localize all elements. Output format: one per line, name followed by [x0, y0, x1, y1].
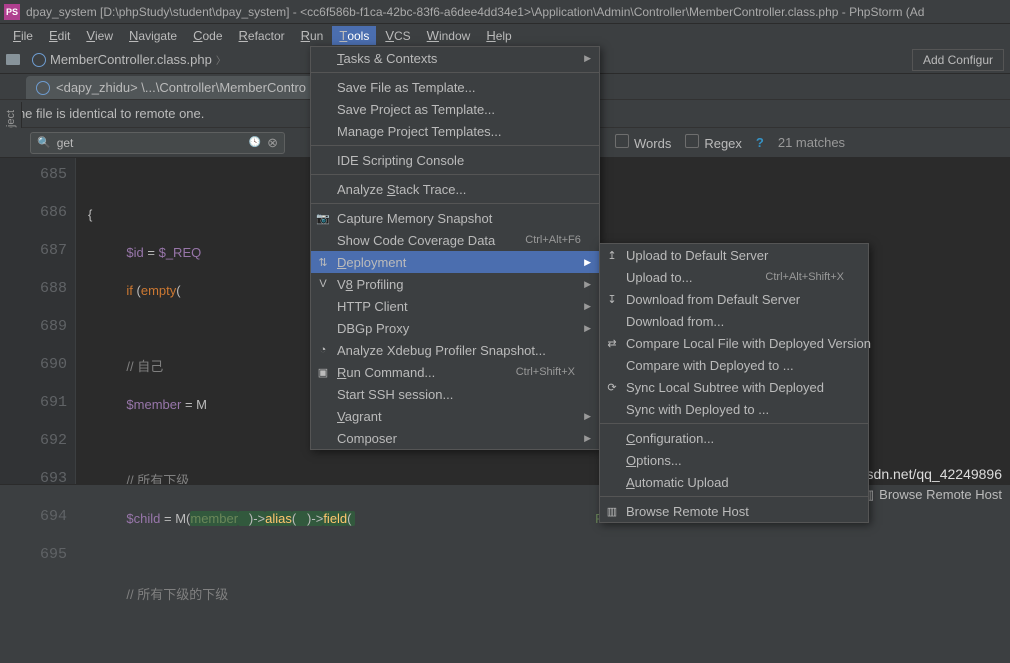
menu-help[interactable]: Help	[479, 26, 518, 45]
menu-item[interactable]: DBGp Proxy▶	[311, 317, 599, 339]
menu-item[interactable]: Start SSH session...	[311, 383, 599, 405]
menu-item: ↧Download from Default Server	[600, 288, 868, 310]
tab-file[interactable]: <dapy_zhidu> \...\Controller\MemberContr…	[26, 76, 316, 99]
line-number: 691	[40, 394, 67, 411]
menu-item[interactable]: Manage Project Templates...	[311, 120, 599, 142]
help-icon[interactable]: ?	[756, 135, 764, 150]
menu-item[interactable]: Options...	[600, 449, 868, 471]
menu-item[interactable]: ⇅Deployment▶	[311, 251, 599, 273]
line-number: 686	[40, 204, 67, 221]
add-configuration-button[interactable]: Add Configur	[912, 49, 1004, 71]
menu-code[interactable]: Code	[186, 26, 229, 45]
deployment-submenu: ↥Upload to Default ServerUpload to...Ctr…	[599, 243, 869, 523]
menu-item: ⟳Sync Local Subtree with Deployed	[600, 376, 868, 398]
line-number: 692	[40, 432, 67, 449]
search-input[interactable]: 🔍 get 🕓 ⊗	[30, 132, 285, 154]
menu-bar: FileEditViewNavigateCodeRefactorRunTools…	[0, 24, 1010, 46]
menu-item[interactable]: Show Code Coverage DataCtrl+Alt+F6	[311, 229, 599, 251]
menu-file[interactable]: File	[6, 26, 40, 45]
info-text: The file is identical to remote one.	[10, 106, 204, 121]
menu-item[interactable]: Sync with Deployed to ...	[600, 398, 868, 420]
menu-item[interactable]: ▣Run Command...Ctrl+Shift+X	[311, 361, 599, 383]
breadcrumb-file: MemberController.class.php	[50, 52, 212, 67]
match-count: 21 matches	[778, 135, 845, 150]
history-icon[interactable]: 🕓	[249, 137, 261, 148]
gutter: 685686687688689690691692693694695	[0, 158, 76, 484]
search-icon: 🔍	[37, 136, 51, 149]
menu-item: ↥Upload to Default Server	[600, 244, 868, 266]
app-icon: PS	[4, 4, 20, 20]
menu-item[interactable]: Automatic Upload	[600, 471, 868, 493]
menu-item[interactable]: Upload to...Ctrl+Alt+Shift+X	[600, 266, 868, 288]
menu-item[interactable]: Tasks & Contexts▶	[311, 47, 599, 69]
menu-window[interactable]: Window	[420, 26, 478, 45]
window-title: dpay_system [D:\phpStudy\student\dpay_sy…	[26, 5, 924, 19]
menu-item[interactable]: Analyze Stack Trace...	[311, 178, 599, 200]
folder-icon	[6, 54, 20, 65]
menu-item[interactable]: Composer▶	[311, 427, 599, 449]
menu-item[interactable]: 📷Capture Memory Snapshot	[311, 207, 599, 229]
menu-edit[interactable]: Edit	[42, 26, 77, 45]
menu-navigate[interactable]: Navigate	[122, 26, 184, 45]
regex-checkbox[interactable]: Regex	[685, 134, 742, 151]
chevron-right-icon: 〉	[216, 52, 226, 67]
menu-tools[interactable]: Tools	[332, 26, 376, 45]
menu-item[interactable]: Compare with Deployed to ...	[600, 354, 868, 376]
line-number: 695	[40, 546, 67, 563]
menu-item: ⇄Compare Local File with Deployed Versio…	[600, 332, 868, 354]
clear-icon[interactable]: ⊗	[267, 135, 278, 151]
tools-menu: Tasks & Contexts▶ Save File as Template..…	[310, 46, 600, 450]
menu-item[interactable]: ◔Analyze Xdebug Profiler Snapshot...	[311, 339, 599, 361]
line-number: 694	[40, 508, 67, 525]
line-number: 690	[40, 356, 67, 373]
tab-label: <dapy_zhidu> \...\Controller\MemberContr…	[56, 80, 306, 95]
menu-run[interactable]: Run	[294, 26, 331, 45]
php-file-icon	[36, 81, 50, 95]
words-checkbox[interactable]: Words	[615, 134, 671, 151]
menu-item[interactable]: Configuration...	[600, 427, 868, 449]
menu-view[interactable]: View	[79, 26, 120, 45]
line-number: 689	[40, 318, 67, 335]
php-file-icon	[32, 53, 46, 67]
status-browse-remote[interactable]: ▥ Browse Remote Host	[862, 487, 1002, 503]
menu-item[interactable]: Download from...	[600, 310, 868, 332]
menu-item[interactable]: VV8 Profiling▶	[311, 273, 599, 295]
menu-item[interactable]: Save File as Template...	[311, 76, 599, 98]
breadcrumb[interactable]: MemberController.class.php 〉	[26, 50, 232, 69]
menu-item[interactable]: IDE Scripting Console	[311, 149, 599, 171]
menu-item[interactable]: Save Project as Template...	[311, 98, 599, 120]
menu-item[interactable]: Vagrant▶	[311, 405, 599, 427]
menu-vcs[interactable]: VCS	[378, 26, 417, 45]
title-bar: PS dpay_system [D:\phpStudy\student\dpay…	[0, 0, 1010, 24]
search-value: get	[57, 136, 243, 150]
menu-item[interactable]: ▥Browse Remote Host	[600, 500, 868, 522]
menu-refactor[interactable]: Refactor	[232, 26, 292, 45]
menu-item[interactable]: HTTP Client▶	[311, 295, 599, 317]
line-number: 688	[40, 280, 67, 297]
line-number: 685	[40, 166, 67, 183]
line-number: 687	[40, 242, 67, 259]
